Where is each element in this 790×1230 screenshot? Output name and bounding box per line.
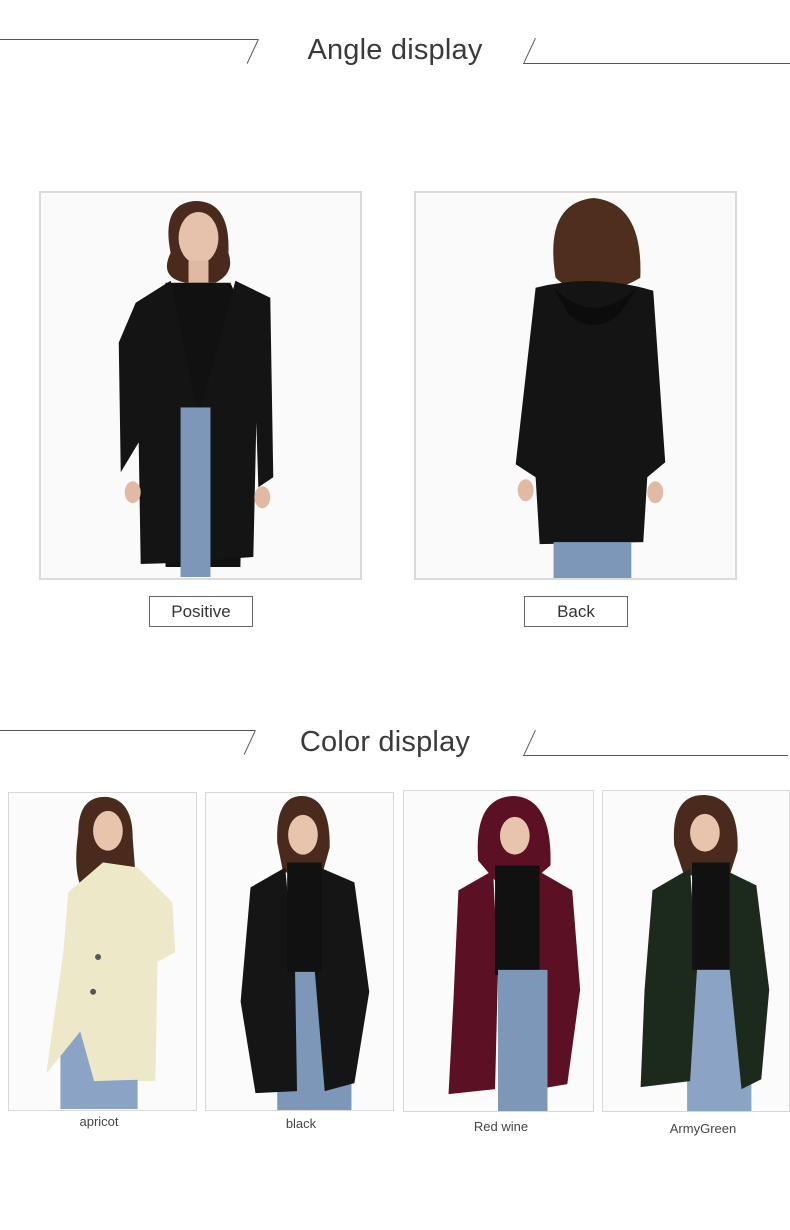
photo-back-view	[414, 191, 737, 580]
photo-color-apricot	[8, 792, 197, 1111]
photo-front-view	[39, 191, 362, 580]
color-caption-apricot: apricot	[79, 1114, 119, 1129]
photo-color-armygreen	[602, 790, 790, 1112]
photo-color-red-wine	[403, 790, 594, 1112]
color-display-header: Color display	[0, 726, 790, 766]
color-caption-black: black	[285, 1116, 317, 1131]
color-caption-armygreen: ArmyGreen	[669, 1121, 737, 1136]
photo-color-black	[205, 792, 394, 1111]
view-label-positive: Positive	[149, 596, 253, 627]
angle-display-header: Angle display	[0, 34, 790, 74]
color-caption-red-wine: Red wine	[473, 1119, 529, 1134]
view-label-back: Back	[524, 596, 628, 627]
